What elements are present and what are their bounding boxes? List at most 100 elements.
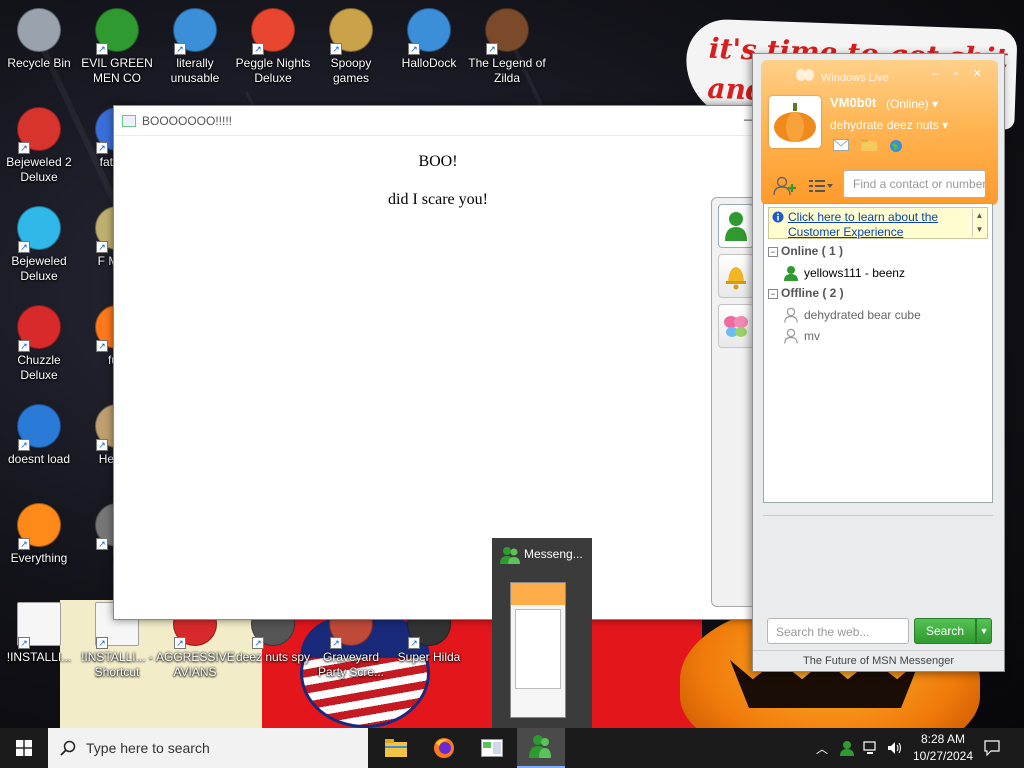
- desktop-icon[interactable]: ↗ Bejeweled Deluxe: [0, 206, 78, 284]
- show-hidden-icons[interactable]: ︿: [812, 728, 832, 768]
- desktop-icon[interactable]: ↗ Everything: [0, 503, 78, 566]
- bell-icon: [726, 267, 746, 290]
- taskbar-search-input[interactable]: Type here to search: [48, 728, 368, 768]
- shortcut-arrow-icon: ↗: [18, 142, 30, 154]
- tab-alerts[interactable]: [718, 254, 754, 298]
- notifications-button[interactable]: [980, 728, 1004, 768]
- list-item[interactable]: yellows111 - beenz: [784, 265, 905, 281]
- tab-fun[interactable]: [718, 304, 754, 348]
- messenger-icon: [500, 547, 520, 564]
- msn-username[interactable]: VM0b0t: [830, 95, 876, 110]
- shortcut-arrow-icon: ↗: [330, 43, 342, 55]
- taskbar-search-placeholder: Type here to search: [86, 740, 210, 756]
- tab-contacts[interactable]: [718, 204, 754, 248]
- desktop-icon[interactable]: ↗ doesnt load: [0, 404, 78, 467]
- desktop-icon[interactable]: ↗ Peggle Nights Deluxe: [234, 8, 312, 86]
- taskbar-messenger[interactable]: [517, 728, 565, 768]
- boo-window[interactable]: BOOOOOOO!!!!! — BOO! did I scare you!: [113, 105, 763, 620]
- desktop-icon-label: EVIL GREEN MEN CO: [81, 56, 153, 85]
- add-contact-button[interactable]: [771, 175, 799, 197]
- desktop-icon-label: literally unusable: [170, 56, 220, 85]
- offline-buddy-icon: [784, 328, 798, 344]
- shortcut-arrow-icon: ↗: [174, 43, 186, 55]
- shortcut-arrow-icon: ↗: [96, 340, 108, 352]
- desktop-icon[interactable]: ↗ EVIL GREEN MEN CO: [78, 8, 156, 86]
- magnifier-icon: ↗: [17, 503, 61, 550]
- window-app-icon: [122, 114, 136, 127]
- folder-icon[interactable]: [861, 139, 877, 151]
- desktop-icon-label: The Legend of Zilda: [468, 56, 546, 85]
- tray-volume[interactable]: [884, 728, 906, 768]
- clock[interactable]: 8:28 AM 10/27/2024: [908, 731, 978, 765]
- windows-logo-icon: [16, 740, 32, 756]
- shortcut-arrow-icon: ↗: [96, 142, 108, 154]
- shortcut-arrow-icon: ↗: [18, 637, 30, 649]
- msn-footer: The Future of MSN Messenger: [753, 650, 1004, 672]
- search-dropdown-button[interactable]: ▼: [976, 618, 992, 644]
- desktop-icon[interactable]: ↗ HalloDock: [390, 8, 468, 71]
- desktop-icon[interactable]: Recycle Bin: [0, 8, 78, 71]
- collapse-icon[interactable]: −: [768, 246, 778, 257]
- group-offline[interactable]: − Offline ( 2 ): [768, 286, 844, 300]
- network-icon: [863, 741, 876, 754]
- info-scrollbar[interactable]: ▲ ▼: [972, 209, 986, 237]
- chrome-icon: ↗: [173, 8, 217, 55]
- shortcut-arrow-icon: ↗: [18, 538, 30, 550]
- contact-search-input[interactable]: Find a contact or number...: [843, 170, 986, 198]
- desktop-icon-label: Spoopy games: [330, 56, 372, 85]
- mail-icon[interactable]: [833, 139, 849, 151]
- personal-message-text: dehydrate deez nuts: [830, 118, 939, 132]
- globe-icon[interactable]: [889, 139, 903, 153]
- group-online[interactable]: − Online ( 1 ): [768, 244, 843, 258]
- contact-search-placeholder: Find a contact or number...: [853, 177, 986, 191]
- msn-messenger-window[interactable]: Windows Live – ▫ ✕ VM0b0t (Online) ▾ deh…: [752, 53, 1005, 672]
- desktop-icon[interactable]: ↗ !INSTALLI...: [0, 602, 78, 665]
- desktop-icon-label: AGGRESSIVE AVIANS: [156, 650, 235, 679]
- firefox-icon: [434, 738, 454, 758]
- shortcut-arrow-icon: ↗: [96, 241, 108, 253]
- desktop-icon-label: Graveyard Party Scre...: [317, 650, 385, 679]
- list-item[interactable]: mv: [784, 328, 820, 344]
- personal-message-dropdown-arrow: ▾: [942, 118, 949, 132]
- msn-window-controls[interactable]: – ▫ ✕: [933, 67, 988, 80]
- list-item[interactable]: dehydrated bear cube: [784, 307, 921, 323]
- tray-network[interactable]: [860, 728, 882, 768]
- divider: [763, 515, 993, 516]
- boo-titlebar[interactable]: BOOOOOOO!!!!! —: [114, 106, 762, 136]
- chevron-down-icon: ▼: [979, 626, 989, 636]
- zelda-icon: ↗: [485, 8, 529, 55]
- desktop-icon[interactable]: ↗ The Legend of Zilda: [468, 8, 546, 86]
- boo-heading: BOO!: [418, 153, 458, 170]
- desktop-icon[interactable]: ↗ Bejeweled 2 Deluxe: [0, 107, 78, 185]
- tray-messenger[interactable]: [836, 728, 858, 768]
- personal-message[interactable]: dehydrate deez nuts ▾: [830, 118, 948, 132]
- clock-date: 10/27/2024: [912, 749, 974, 763]
- taskbar-file-explorer[interactable]: [372, 728, 420, 768]
- status-badge[interactable]: (Online) ▾: [886, 97, 938, 111]
- preview-list: [515, 609, 561, 689]
- desktop-icon[interactable]: ↗ literally unusable: [156, 8, 234, 86]
- app-window-icon: [481, 739, 503, 757]
- search-button[interactable]: Search: [914, 618, 976, 644]
- start-button[interactable]: [0, 728, 48, 768]
- web-search-input[interactable]: Search the web...: [767, 618, 909, 644]
- customer-experience-link[interactable]: Click here to learn about the Customer E…: [788, 210, 968, 240]
- contact-list[interactable]: Click here to learn about the Customer E…: [763, 203, 993, 503]
- taskbar-firefox[interactable]: [420, 728, 468, 768]
- contact-name: yellows111 - beenz: [804, 266, 905, 280]
- desktop-icon[interactable]: ↗ Chuzzle Deluxe: [0, 305, 78, 383]
- avatar[interactable]: [769, 96, 821, 148]
- shortcut-arrow-icon: ↗: [96, 43, 108, 55]
- collapse-icon[interactable]: −: [768, 288, 778, 299]
- taskbar-app-window[interactable]: [468, 728, 516, 768]
- taskbar-thumbnail[interactable]: Messeng...: [492, 538, 592, 728]
- desktop-icon-label: Recycle Bin: [7, 56, 71, 70]
- list-view-button[interactable]: [807, 175, 835, 197]
- clock-time: 8:28 AM: [920, 732, 966, 746]
- desktop-icon[interactable]: ↗ Spoopy games: [312, 8, 390, 86]
- status-text: (Online): [886, 97, 929, 111]
- desktop-icon-label: Super Hilda: [397, 650, 461, 664]
- shortcut-arrow-icon: ↗: [18, 241, 30, 253]
- info-banner: Click here to learn about the Customer E…: [768, 207, 988, 239]
- shortcut-arrow-icon: ↗: [486, 43, 498, 55]
